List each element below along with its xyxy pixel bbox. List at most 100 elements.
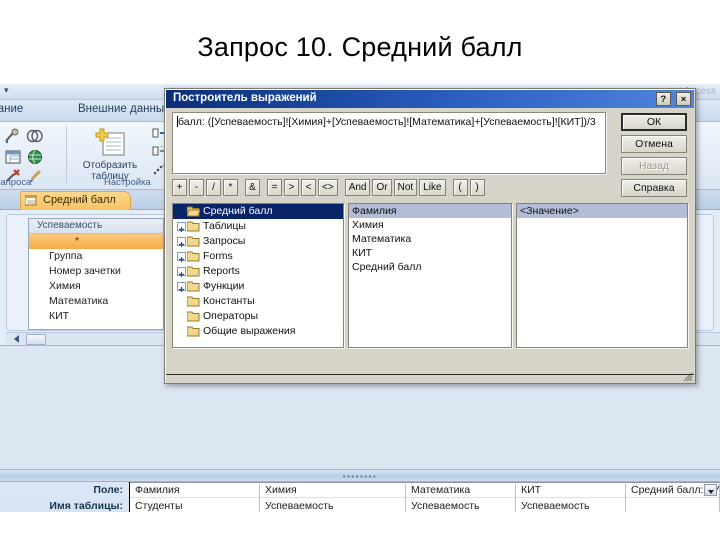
- operator-and[interactable]: And: [344, 179, 371, 196]
- table-field-asterisk[interactable]: *: [29, 234, 163, 249]
- ribbon-tab-external-data[interactable]: Внешние данные: [78, 103, 170, 115]
- operator-equals[interactable]: =: [267, 179, 282, 196]
- folder-icon: [186, 281, 200, 292]
- union-query-icon[interactable]: [4, 128, 22, 146]
- tree-item-zaprosy[interactable]: Запросы: [173, 234, 343, 249]
- table-field-list-uspevaemost[interactable]: Успеваемость * Группа Номер зачетки Хими…: [28, 218, 164, 330]
- qbe-column-3[interactable]: Математика Успеваемость: [406, 482, 516, 512]
- qbe-table-5[interactable]: [626, 498, 719, 512]
- folder-icon: [186, 236, 200, 247]
- operator-divide[interactable]: /: [206, 179, 221, 196]
- operator-like[interactable]: Like: [419, 179, 446, 196]
- qbe-column-1[interactable]: Фамилия Студенты: [130, 482, 260, 512]
- tree-item-funktsii[interactable]: Функции: [173, 279, 343, 294]
- designer-splitter[interactable]: ▪▪▪▪▪▪▪▪: [0, 469, 720, 482]
- table-field-nomer-zachetki[interactable]: Номер зачетки: [29, 264, 163, 279]
- cancel-button[interactable]: Отмена: [621, 135, 687, 153]
- qbe-field-1[interactable]: Фамилия: [130, 482, 259, 498]
- expand-plus-icon[interactable]: [177, 237, 186, 247]
- table-field-list-title: Успеваемость: [29, 219, 163, 234]
- document-tab-average-score[interactable]: Средний балл: [20, 191, 131, 210]
- table-field-matematika[interactable]: Математика: [29, 294, 163, 309]
- qbe-field-4[interactable]: КИТ: [516, 482, 625, 498]
- dialog-title-label: Построитель выражений: [173, 92, 317, 104]
- qbe-table-2[interactable]: Успеваемость: [260, 498, 405, 512]
- element-category-list[interactable]: Фамилия Химия Математика КИТ Средний бал…: [348, 203, 512, 348]
- list-item[interactable]: КИТ: [349, 246, 511, 260]
- dialog-title-bar[interactable]: Построитель выражений ? ×: [166, 90, 694, 108]
- qbe-column-2[interactable]: Химия Успеваемость: [260, 482, 406, 512]
- make-table-query-icon[interactable]: [4, 148, 22, 166]
- expand-plus-icon[interactable]: [177, 252, 186, 262]
- help-button[interactable]: Справка: [621, 179, 687, 197]
- list-item[interactable]: Математика: [349, 232, 511, 246]
- tree-item-reports[interactable]: Reports: [173, 264, 343, 279]
- chevron-down-icon[interactable]: [704, 484, 717, 496]
- table-field-kit[interactable]: КИТ: [29, 309, 163, 324]
- operator-or[interactable]: Or: [372, 179, 392, 196]
- qbe-row-label-field: Поле:: [93, 484, 123, 496]
- qbe-row-label-table: Имя таблицы:: [49, 500, 123, 512]
- tree-item-label: Reports: [203, 265, 240, 277]
- qbe-table-3[interactable]: Успеваемость: [406, 498, 515, 512]
- pass-through-query-icon[interactable]: [26, 148, 44, 166]
- qbe-field-5-cell[interactable]: Средний балл: ([У: [626, 482, 719, 498]
- expand-plus-icon[interactable]: [177, 267, 186, 277]
- scroll-left-arrow-icon[interactable]: [14, 335, 19, 343]
- qbe-table-1[interactable]: Студенты: [130, 498, 259, 512]
- help-icon[interactable]: ?: [655, 92, 671, 106]
- document-tab-label: Средний балл: [43, 194, 116, 206]
- list-item[interactable]: Средний балл: [349, 260, 511, 274]
- element-source-tree[interactable]: Средний балл Таблицы Запросы Forms Repor…: [172, 203, 344, 348]
- operator-not[interactable]: Not: [393, 179, 418, 196]
- operator-not-equal[interactable]: <>: [318, 179, 338, 196]
- folder-icon: [186, 326, 200, 337]
- ribbon-group-label-setup: Настройка: [104, 177, 151, 188]
- operator-close-paren[interactable]: ): [469, 179, 485, 196]
- list-item[interactable]: Химия: [349, 218, 511, 232]
- element-value-list[interactable]: <Значение>: [516, 203, 688, 348]
- tree-item-operatory[interactable]: Операторы: [173, 309, 343, 324]
- ribbon-tab-create[interactable]: здание: [0, 103, 23, 115]
- folder-icon: [186, 251, 200, 262]
- list-item[interactable]: <Значение>: [517, 204, 687, 218]
- operator-less[interactable]: <: [301, 179, 316, 196]
- crosstab-query-icon[interactable]: [26, 128, 44, 146]
- expand-plus-icon[interactable]: [177, 282, 186, 292]
- folder-open-icon: [186, 206, 201, 217]
- ribbon-group-label-query: запроса: [0, 177, 32, 188]
- table-field-himiya[interactable]: Химия: [29, 279, 163, 294]
- close-icon[interactable]: ×: [676, 92, 691, 106]
- show-table-button[interactable]: Отобразить таблицу: [68, 125, 152, 182]
- expand-plus-icon[interactable]: [177, 222, 186, 232]
- query-icon: [24, 194, 38, 207]
- tree-item-sredniy-ball[interactable]: Средний балл: [173, 204, 343, 219]
- tree-item-forms[interactable]: Forms: [173, 249, 343, 264]
- operator-ampersand[interactable]: &: [245, 179, 260, 196]
- tree-item-tablitsy[interactable]: Таблицы: [173, 219, 343, 234]
- operator-plus[interactable]: +: [172, 179, 187, 196]
- dialog-caption-buttons: ? ×: [654, 92, 691, 106]
- tree-item-label: Средний балл: [203, 205, 273, 217]
- table-field-gruppa[interactable]: Группа: [29, 249, 163, 264]
- tree-item-konstanty[interactable]: Константы: [173, 294, 343, 309]
- operator-multiply[interactable]: *: [223, 179, 238, 196]
- tree-item-obshchie-vyrazheniya[interactable]: Общие выражения: [173, 324, 343, 339]
- list-item[interactable]: Фамилия: [349, 204, 511, 218]
- qbe-column-5[interactable]: Средний балл: ([У: [626, 482, 720, 512]
- customize-quick-access-icon[interactable]: ▾: [4, 85, 9, 96]
- qbe-columns: Фамилия Студенты Химия Успеваемость Мате…: [130, 482, 720, 512]
- operator-greater[interactable]: >: [284, 179, 299, 196]
- operator-open-paren[interactable]: (: [452, 179, 468, 196]
- tree-item-label: Forms: [203, 250, 233, 262]
- qbe-field-3[interactable]: Математика: [406, 482, 515, 498]
- qbe-field-2[interactable]: Химия: [260, 482, 405, 498]
- expression-input[interactable]: балл: ([Успеваемость]![Химия]+[Успеваемо…: [172, 112, 606, 174]
- scroll-thumb[interactable]: [26, 334, 46, 345]
- operator-minus[interactable]: -: [189, 179, 204, 196]
- qbe-table-4[interactable]: Успеваемость: [516, 498, 625, 512]
- tree-item-label: Общие выражения: [203, 325, 296, 337]
- show-table-icon: [92, 127, 128, 159]
- qbe-column-4[interactable]: КИТ Успеваемость: [516, 482, 626, 512]
- ok-button[interactable]: ОК: [621, 113, 687, 131]
